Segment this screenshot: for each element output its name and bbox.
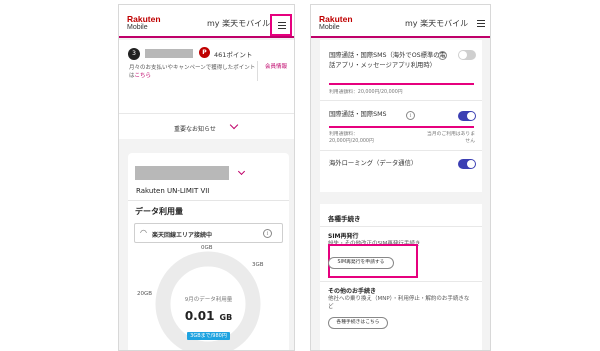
plan-card: Rakuten UN-LIMIT VII データ利用量 ◠ 楽天回線エリア接続中… (128, 153, 289, 350)
other-procedures-desc: 他社への乗り換え（MNP）・利用停止・解約のお手続きなど (328, 296, 470, 310)
roaming-label: 海外ローミング（データ通信） (329, 160, 418, 167)
header-title: my 楽天モバイル (405, 19, 469, 28)
header-title: my 楽天モバイル (207, 19, 271, 28)
point-note: 月々のお支払いやキャンペーンで獲得したポイントはこちら (129, 65, 256, 79)
rakuten-mobile-logo[interactable]: Rakuten Mobile (319, 15, 353, 32)
points-panel: 3 P 461ポイント 月々のお支払いやキャンペーンで獲得したポイントはこちら … (119, 40, 294, 113)
other-procedures-button[interactable]: 各種手続きはこちら (328, 317, 388, 329)
procedures-title: 各種手続き (328, 215, 361, 223)
sim-reissue-title: SIM再発行 (328, 233, 359, 240)
usage-unit: GB (219, 313, 233, 322)
intl-sms-usage-note: 当月のご利用はありません (427, 132, 475, 144)
underline-highlight (329, 83, 474, 85)
usage-tier: 3GBまで/980円 (128, 322, 289, 341)
intl-calls-label: 国際通話・国際SMS（海外でOS標準の電話アプリ・メッセージアプリ利用時） (329, 52, 446, 69)
right-phone-screen: Rakuten Mobile my 楽天モバイル 国際通話・国際SMS（海外でO… (310, 4, 491, 351)
international-settings-panel: 国際通話・国際SMS（海外でOS標準の電話アプリ・メッセージアプリ利用時） i … (320, 40, 482, 192)
info-icon[interactable]: i (438, 51, 447, 60)
area-status-label: 楽天回線エリア接続中 (152, 232, 213, 239)
intl-sms-limit-value: 20,000円/20,000円 (329, 139, 374, 144)
redacted-phone-number[interactable] (135, 166, 229, 180)
underline-highlight (329, 126, 474, 128)
left-phone-screen: Rakuten Mobile my 楽天モバイル 3 P 461ポイント 月々の… (118, 4, 295, 351)
month-usage-label: 9月のデータ利用量 (184, 297, 233, 303)
usage-value: 0.01 (184, 309, 215, 323)
plan-name: Rakuten UN-LIMIT VII (136, 187, 210, 195)
intl-sms-label: 国際通話・国際SMS (329, 111, 387, 118)
tier-badge: 3GBまで/980円 (187, 332, 230, 340)
medal-icon: 3 (128, 48, 140, 60)
app-header: Rakuten Mobile my 楽天モバイル (311, 5, 490, 38)
intl-sms-limit-label: 利用通額料： (329, 132, 358, 137)
chevron-down-icon[interactable] (237, 167, 246, 176)
redacted-user-name (145, 49, 193, 58)
important-notice-toggle[interactable]: 重要なお知らせ (119, 113, 294, 139)
point-history-link[interactable]: こちら (135, 73, 152, 79)
rakuten-mobile-logo[interactable]: Rakuten Mobile (127, 15, 161, 32)
hamburger-menu-button[interactable] (476, 19, 486, 29)
intl-calls-limit: 利用通額料：20,000円/20,000円 (329, 90, 403, 95)
data-usage-title: データ利用量 (135, 207, 183, 216)
area-status-box: ◠ 楽天回線エリア接続中 i (134, 223, 283, 243)
hamburger-menu-button[interactable] (270, 14, 292, 36)
other-procedures-title: その他のお手続き (328, 288, 377, 295)
notice-label: 重要なお知らせ (174, 126, 216, 133)
point-balance: 461ポイント (214, 51, 253, 59)
intl-sms-toggle[interactable] (458, 111, 476, 121)
roaming-toggle[interactable] (458, 159, 476, 169)
app-header: Rakuten Mobile my 楽天モバイル (119, 5, 294, 38)
point-icon: P (199, 47, 210, 58)
intl-calls-toggle[interactable] (458, 50, 476, 60)
chevron-down-icon (229, 120, 239, 130)
info-icon[interactable]: i (263, 229, 272, 238)
info-icon[interactable]: i (406, 111, 415, 120)
signal-icon: ◠ (140, 228, 147, 237)
procedures-panel: 各種手続き SIM再発行 紛失・その他改正のSIM再発行手続き SIM再発行を申… (320, 204, 482, 350)
member-info-link[interactable]: 会員情報 (263, 63, 289, 71)
sim-reissue-button[interactable]: SIM再発行を申請する (328, 257, 394, 269)
